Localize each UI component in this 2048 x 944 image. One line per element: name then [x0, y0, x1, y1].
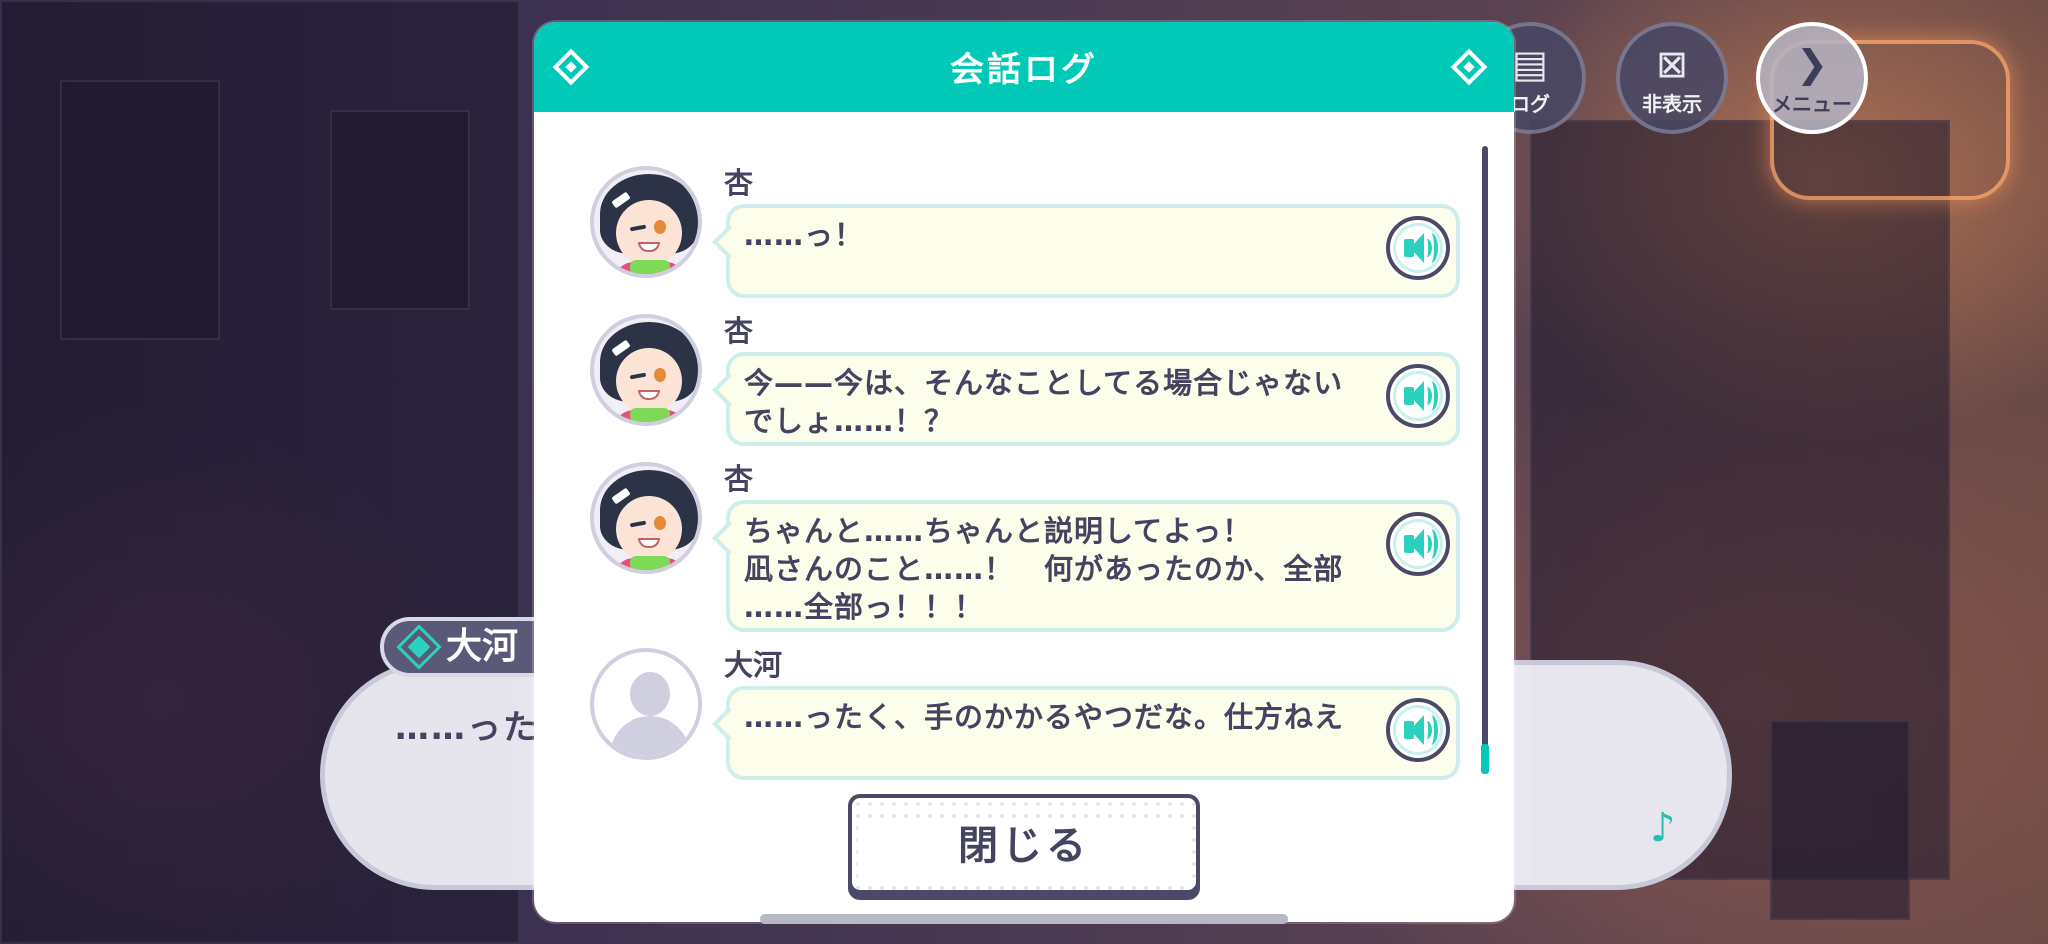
modal-title: 会話ログ [950, 50, 1098, 90]
menu-button[interactable]: ❯ メニュー [1756, 22, 1868, 134]
auto-play-note-icon[interactable]: ♪ [1650, 805, 1676, 851]
message-bubble: 今——今は、そんなことしてる場合じゃない でしょ……！？ [726, 352, 1460, 446]
menu-button-label: メニュー [1772, 92, 1852, 116]
blank-avatar [590, 648, 702, 760]
chevron-right-icon: ❯ [1796, 42, 1828, 86]
voice-play-button[interactable] [1386, 216, 1450, 280]
voice-play-button[interactable] [1386, 364, 1450, 428]
close-button[interactable]: 閉じる [848, 794, 1200, 894]
home-indicator[interactable] [760, 914, 1288, 924]
message-line: ちゃんと……ちゃんと説明してよっ！ [744, 514, 1253, 548]
window-left [60, 80, 220, 340]
conversation-log-modal: 会話ログ 杏 ……っ！ 杏 今——今は、そんなことしてる場合じゃない でしょ……… [534, 22, 1514, 922]
message-line: ……っ！ [744, 218, 865, 252]
message-line: 凪さんのこと……！ 何があったのか、全部 [744, 552, 1344, 586]
log-list[interactable]: 杏 ……っ！ 杏 今——今は、そんなことしてる場合じゃない でしょ……！？ 杏 … [534, 140, 1514, 790]
speaker-name: 杏 [724, 166, 754, 200]
scrollbar-track[interactable] [1482, 146, 1488, 774]
message-line: でしょ……！？ [744, 404, 955, 438]
message-bubble: ……ったく、手のかかるやつだな。仕方ねえ [726, 686, 1460, 780]
hide-button[interactable]: ⊠ 非表示 [1616, 22, 1728, 134]
close-button-label: 閉じる [958, 823, 1090, 869]
ac-unit [330, 110, 470, 310]
message-line: ……ったく、手のかかるやつだな。仕方ねえ [744, 700, 1345, 734]
modal-header: 会話ログ [534, 22, 1514, 112]
character-avatar [590, 166, 702, 278]
character-avatar [590, 314, 702, 426]
speaker-name: 杏 [724, 314, 754, 348]
speaker-name: 大河 [724, 648, 783, 682]
message-bubble: ちゃんと……ちゃんと説明してよっ！ 凪さんのこと……！ 何があったのか、全部 …… [726, 500, 1460, 632]
sign-board [1770, 720, 1910, 920]
voice-play-button[interactable] [1386, 698, 1450, 762]
scrollbar-thumb[interactable] [1481, 744, 1489, 774]
message-line: 今——今は、そんなことしてる場合じゃない [744, 366, 1344, 400]
message-line: ……全部っ！！！ [744, 590, 985, 624]
character-avatar [590, 462, 702, 574]
dialogue-text: ……った [395, 708, 539, 748]
voice-play-button[interactable] [1386, 512, 1450, 576]
speaker-name: 杏 [724, 462, 754, 496]
message-bubble: ……っ！ [726, 204, 1460, 298]
diamond-icon [396, 624, 442, 670]
speaker-name: 大河 [446, 626, 519, 667]
hide-icon: ⊠ [1656, 42, 1688, 86]
hide-button-label: 非表示 [1642, 92, 1702, 116]
